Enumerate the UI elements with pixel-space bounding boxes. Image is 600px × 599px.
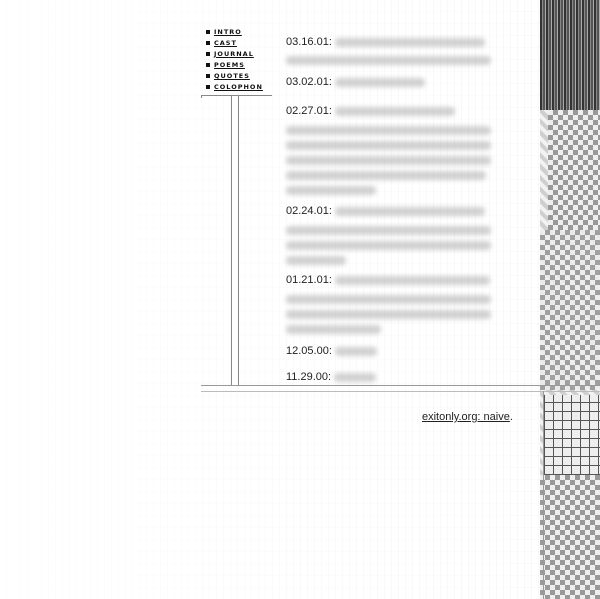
nav-item-cast[interactable]: CAST <box>206 37 272 48</box>
frame-line <box>238 96 239 386</box>
blurred-text <box>286 182 376 200</box>
blurred-text <box>286 252 346 270</box>
nav-divider <box>201 95 272 96</box>
main-nav: INTRO CAST JOURNAL POEMS QUOTES COLOPHON <box>206 26 272 92</box>
nav-item-poems[interactable]: POEMS <box>206 59 272 70</box>
frame-line <box>201 95 202 98</box>
site-link[interactable]: exitonly.org: naive <box>422 411 510 423</box>
entry-date: 11.29.00: <box>286 371 332 383</box>
blurred-text <box>286 321 381 339</box>
journal-entry: 12.05.00: <box>286 344 377 359</box>
collage-dark-block <box>540 0 600 110</box>
footer: exitonly.org: naive. <box>422 411 513 423</box>
journal-entry: 11.29.00: <box>286 370 377 385</box>
journal-entry: 02.24.01: <box>286 204 485 219</box>
collage-checker-block <box>540 475 600 599</box>
blurred-text <box>334 37 485 47</box>
journal-entry: 03.16.01: <box>286 35 485 50</box>
bullet-icon <box>206 73 210 78</box>
nav-link-colophon[interactable]: COLOPHON <box>214 83 263 91</box>
nav-link-cast[interactable]: CAST <box>214 39 237 47</box>
blurred-text[interactable] <box>334 77 425 87</box>
nav-link-intro[interactable]: INTRO <box>214 28 242 36</box>
nav-item-colophon[interactable]: COLOPHON <box>206 81 272 92</box>
content-divider <box>201 391 600 392</box>
content-divider <box>201 385 600 386</box>
nav-link-quotes[interactable]: QUOTES <box>214 72 250 80</box>
entry-date: 02.27.01: <box>286 105 332 117</box>
nav-link-journal[interactable]: JOURNAL <box>214 50 254 58</box>
nav-item-intro[interactable]: INTRO <box>206 26 272 37</box>
bullet-icon <box>206 29 210 34</box>
journal-entry: 03.02.01: <box>286 75 425 90</box>
bullet-icon <box>206 84 210 89</box>
entry-date: 03.16.01: <box>286 36 332 48</box>
entry-date: 12.05.00: <box>286 345 332 357</box>
blurred-text[interactable] <box>334 275 490 285</box>
collage-grid-block <box>544 395 600 475</box>
decorative-collage <box>540 0 600 599</box>
nav-item-journal[interactable]: JOURNAL <box>206 48 272 59</box>
journal-entry: 01.21.01: <box>286 273 490 288</box>
nav-link-poems[interactable]: POEMS <box>214 61 245 69</box>
blurred-text <box>286 52 491 70</box>
collage-checker-block <box>548 110 600 230</box>
blurred-text[interactable] <box>334 372 377 382</box>
frame-line <box>543 391 544 599</box>
entry-date: 03.02.01: <box>286 76 332 88</box>
footer-suffix: . <box>509 411 513 423</box>
bullet-icon <box>206 62 210 67</box>
nav-item-quotes[interactable]: QUOTES <box>206 70 272 81</box>
bullet-icon <box>206 40 210 45</box>
entry-date: 02.24.01: <box>286 205 332 217</box>
bullet-icon <box>206 51 210 56</box>
blurred-text <box>334 206 485 216</box>
entry-date: 01.21.01: <box>286 274 332 286</box>
blurred-text[interactable] <box>334 346 377 356</box>
journal-entry: 02.27.01: <box>286 104 455 119</box>
frame-line <box>231 96 232 386</box>
collage-checker-block <box>540 230 600 390</box>
blurred-text <box>334 106 455 116</box>
